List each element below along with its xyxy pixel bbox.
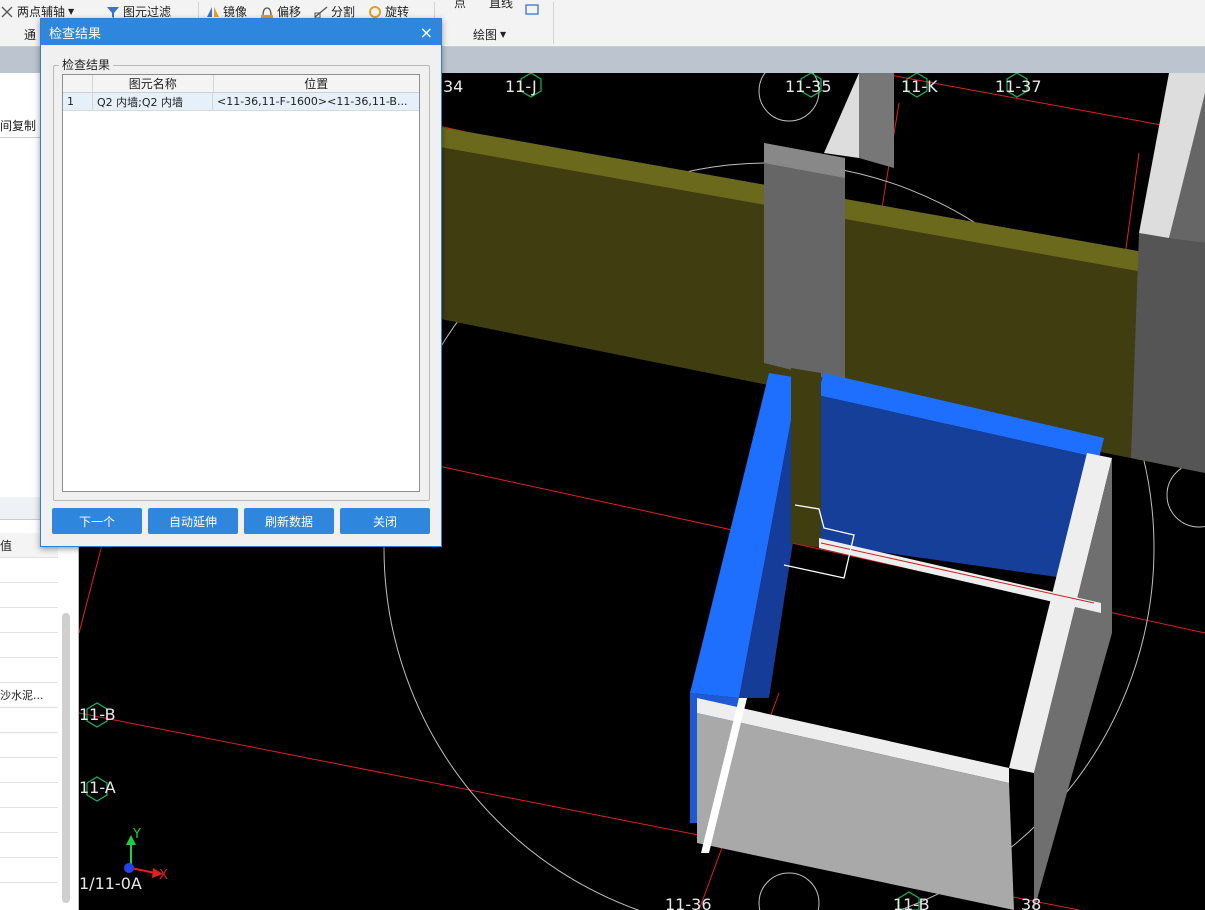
- chevron-down-icon: ▼: [68, 7, 75, 16]
- next-button[interactable]: 下一个: [52, 508, 142, 534]
- check-results-dialog: 检查结果 × 检查结果 图元名称 位置 1 Q2 内墙;Q2 内墙 <11-36…: [40, 18, 442, 547]
- axis-label: 1/11-0A: [79, 874, 142, 893]
- list-item[interactable]: [0, 558, 58, 583]
- dialog-title-bar[interactable]: 检查结果 ×: [41, 19, 441, 45]
- mirror-icon: [206, 5, 220, 19]
- dialog-title: 检查结果: [49, 26, 102, 42]
- list-item[interactable]: [0, 608, 58, 633]
- axis-label: 11-B: [893, 895, 930, 910]
- rectangle-icon[interactable]: [524, 2, 540, 16]
- list-item[interactable]: [0, 833, 58, 858]
- offset-icon: [260, 5, 274, 19]
- close-icon[interactable]: ×: [420, 23, 433, 42]
- list-item[interactable]: [0, 783, 58, 808]
- draw-group-dropdown[interactable]: 绘图 ▼: [473, 26, 506, 43]
- axis-label: 11-K: [901, 77, 938, 96]
- axis-label: 11-J: [505, 77, 537, 96]
- axis-bubble: [1166, 462, 1205, 528]
- wall-gray: [1131, 233, 1205, 473]
- axis-y-label: Y: [133, 827, 141, 842]
- axis-label: 34: [443, 77, 464, 96]
- row-index: 1: [63, 93, 93, 110]
- axis-label: 11-B: [79, 705, 116, 724]
- column-olive: [791, 368, 821, 548]
- row-position: <11-36,11-F-1600><11-36,11-B...: [217, 95, 408, 108]
- list-item[interactable]: [0, 708, 58, 733]
- axis-icon: [0, 5, 14, 19]
- list-item[interactable]: [0, 583, 58, 608]
- list-item[interactable]: [0, 858, 58, 883]
- coordinate-axes-icon: [124, 835, 163, 878]
- rotate-icon: [368, 5, 382, 19]
- axis-label: 11-A: [79, 778, 116, 797]
- table-row[interactable]: 1 Q2 内墙;Q2 内墙 <11-36,11-F-1600><11-36,11…: [63, 93, 419, 111]
- column-header-index[interactable]: [63, 75, 93, 92]
- axis-label: 11-36: [665, 895, 712, 910]
- chevron-down-icon: ▼: [500, 30, 507, 39]
- axis-bubble: [758, 872, 820, 910]
- list-item[interactable]: [0, 733, 58, 758]
- panel-scrollbar[interactable]: [62, 613, 70, 903]
- list-item[interactable]: [0, 633, 58, 658]
- column-header-position[interactable]: 位置: [214, 75, 419, 92]
- split-icon: [314, 5, 328, 19]
- list-item[interactable]: 沙水泥...: [0, 683, 58, 708]
- column-header-name[interactable]: 图元名称: [93, 75, 214, 92]
- ribbon-divider: [553, 2, 554, 44]
- row-name: Q2 内墙;Q2 内墙: [93, 93, 213, 110]
- group-label: 检查结果: [59, 56, 114, 73]
- auto-extend-button[interactable]: 自动延伸: [148, 508, 238, 534]
- list-item[interactable]: [0, 808, 58, 833]
- axis-label: 11-37: [995, 77, 1042, 96]
- line-button[interactable]: 直线: [489, 0, 513, 11]
- close-button[interactable]: 关闭: [340, 508, 430, 534]
- list-item[interactable]: [0, 658, 58, 683]
- list-item[interactable]: [0, 758, 58, 783]
- table-header: 图元名称 位置: [63, 75, 419, 93]
- filter-icon: [106, 5, 120, 19]
- axis-label: 11-35: [785, 77, 832, 96]
- results-table: 图元名称 位置 1 Q2 内墙;Q2 内墙 <11-36,11-F-1600><…: [62, 74, 420, 492]
- refresh-data-button[interactable]: 刷新数据: [244, 508, 334, 534]
- point-button[interactable]: 点: [454, 0, 466, 11]
- axis-label: 38: [1021, 895, 1042, 910]
- wall-gray: [859, 73, 894, 168]
- wall-gray: [764, 143, 845, 383]
- general-group-label: 通: [24, 28, 37, 42]
- axis-x-label: X: [159, 868, 168, 883]
